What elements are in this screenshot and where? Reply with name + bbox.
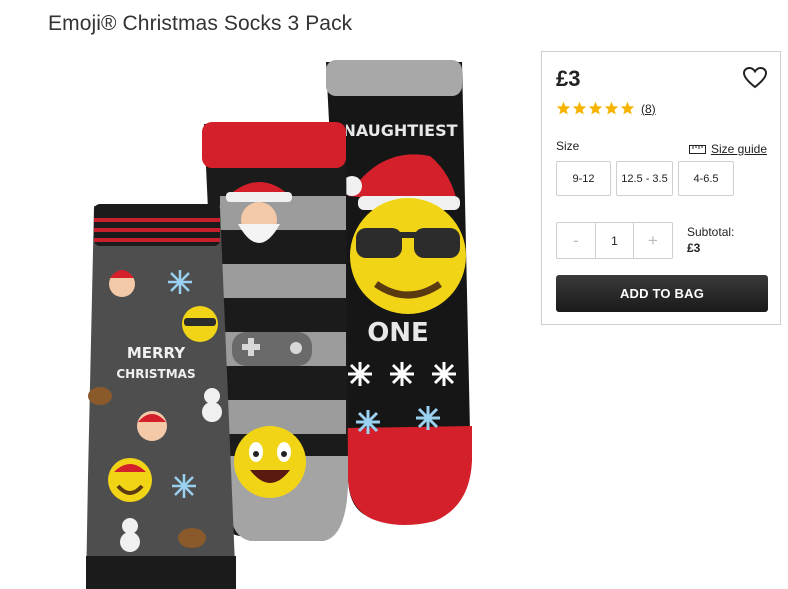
size-label: Size bbox=[556, 139, 580, 153]
subtotal: Subtotal: £3 bbox=[687, 224, 734, 256]
decrease-quantity-button[interactable]: - bbox=[557, 223, 595, 258]
review-count-link[interactable]: (8) bbox=[641, 102, 656, 116]
ruler-icon bbox=[688, 144, 706, 154]
add-to-bag-button[interactable]: ADD TO BAG bbox=[556, 275, 768, 312]
star-icon bbox=[620, 101, 635, 115]
size-guide-link[interactable]: Size guide bbox=[688, 142, 767, 156]
product-title: Emoji® Christmas Socks 3 Pack bbox=[48, 12, 353, 35]
heart-outline-icon[interactable] bbox=[742, 66, 768, 90]
size-options: 9-12 12.5 - 3.5 4-6.5 bbox=[556, 161, 739, 196]
rating-stars[interactable]: (8) bbox=[556, 101, 656, 116]
star-icon bbox=[588, 101, 603, 115]
subtotal-label: Subtotal: bbox=[687, 225, 735, 239]
purchase-panel: £3 (8) Size Size guide 9-12 12.5 - 3.5 4… bbox=[541, 51, 781, 325]
sock-left: MERRY CHRISTMAS bbox=[86, 204, 236, 589]
merry-text: MERRY bbox=[127, 344, 186, 362]
one-text: ONE bbox=[367, 318, 429, 348]
size-option-9-12[interactable]: 9-12 bbox=[556, 161, 611, 196]
star-icon bbox=[604, 101, 619, 115]
increase-quantity-button[interactable]: + bbox=[634, 223, 672, 258]
christmas-text: CHRISTMAS bbox=[116, 367, 195, 381]
quantity-stepper: - 1 + bbox=[556, 222, 673, 259]
size-option-4-6-5[interactable]: 4-6.5 bbox=[678, 161, 734, 196]
size-option-12-5-3-5[interactable]: 12.5 - 3.5 bbox=[616, 161, 673, 196]
subtotal-value: £3 bbox=[687, 241, 701, 255]
product-price: £3 bbox=[556, 66, 581, 91]
star-icon bbox=[572, 101, 587, 115]
naughtiest-text: NAUGHTIEST bbox=[342, 121, 457, 140]
star-icon bbox=[556, 101, 571, 115]
size-guide-label: Size guide bbox=[710, 142, 767, 156]
quantity-input[interactable]: 1 bbox=[595, 223, 634, 258]
sock-right: NAUGHTIEST ONE bbox=[326, 60, 472, 526]
product-image: NAUGHTIEST ONE MERRY CHRISTMAS bbox=[86, 60, 472, 589]
